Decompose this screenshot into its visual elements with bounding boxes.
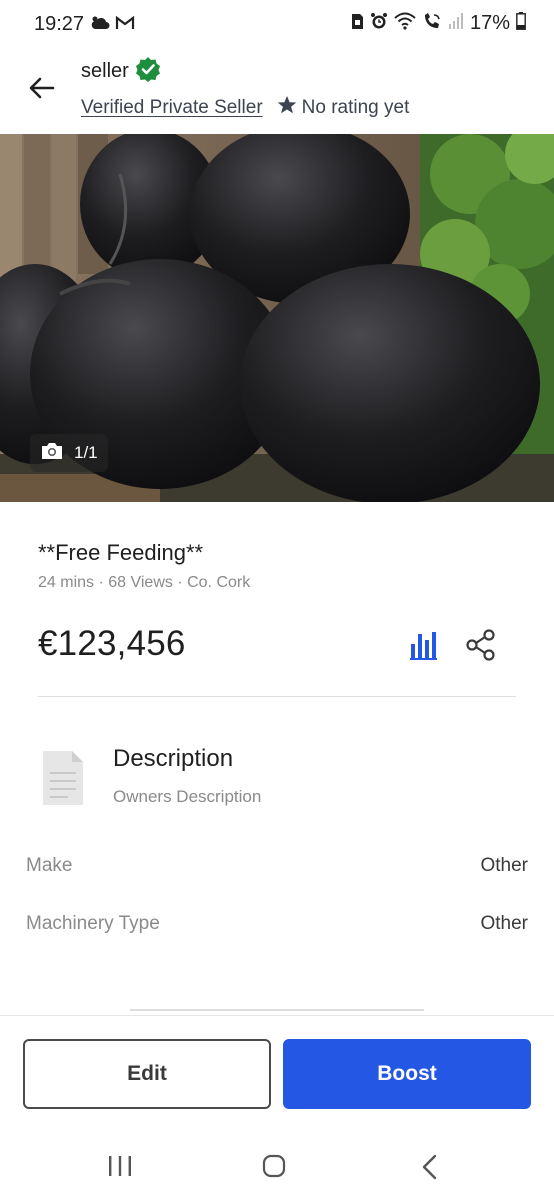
seller-name[interactable]: seller [81,60,129,83]
cloud-icon [90,15,110,36]
verified-seller-link[interactable]: Verified Private Seller [81,97,263,119]
photo-count-text: 1/1 [74,443,98,462]
description-heading: Description [113,745,234,772]
spec-value: Other [480,913,528,934]
home-icon[interactable] [262,1154,286,1178]
photo-counter: 1/1 [30,434,108,472]
boost-button[interactable]: Boost [283,1039,531,1109]
alarm-icon [370,12,388,35]
spec-row-machinery-type: Machinery Type Other [26,913,528,935]
spec-value: Other [480,855,528,876]
status-bar: 19:27 17% [0,0,554,50]
spec-label: Make [26,855,73,876]
back-button[interactable] [22,70,62,110]
rating-text: No rating yet [301,97,410,118]
verified-badge-icon [135,56,161,87]
spec-row-make: Make Other [26,855,528,877]
star-icon [277,95,297,121]
description-text: Owners Description [113,787,262,806]
arrow-left-icon [29,77,55,104]
listing-header: seller Verified Private Seller No rating… [0,50,554,134]
seller-rating: No rating yet [277,95,410,121]
battery-level: 17% [469,12,510,34]
stats-icon[interactable] [410,630,438,660]
listing-title: **Free Feeding** [38,540,204,565]
back-icon[interactable] [420,1154,440,1180]
scroll-indicator [130,1009,424,1011]
status-time: 19:27 [34,13,85,35]
document-icon [42,750,84,806]
battery-icon [516,12,526,35]
wifi-call-icon [422,12,442,35]
action-bar: Edit Boost [0,1015,554,1125]
gmail-icon [115,15,135,36]
listing-meta: 24 mins · 68 Views · Co. Cork [38,574,251,591]
system-nav-bar [0,1130,554,1200]
signal-icon [448,12,464,35]
spec-label: Machinery Type [26,913,160,934]
recents-icon[interactable] [106,1154,134,1178]
wifi-icon [394,12,416,35]
share-icon[interactable] [466,629,496,661]
edit-button[interactable]: Edit [23,1039,271,1109]
divider [38,696,516,697]
camera-icon [40,441,64,466]
listing-price: €123,456 [38,624,186,663]
sim-icon [351,12,364,35]
